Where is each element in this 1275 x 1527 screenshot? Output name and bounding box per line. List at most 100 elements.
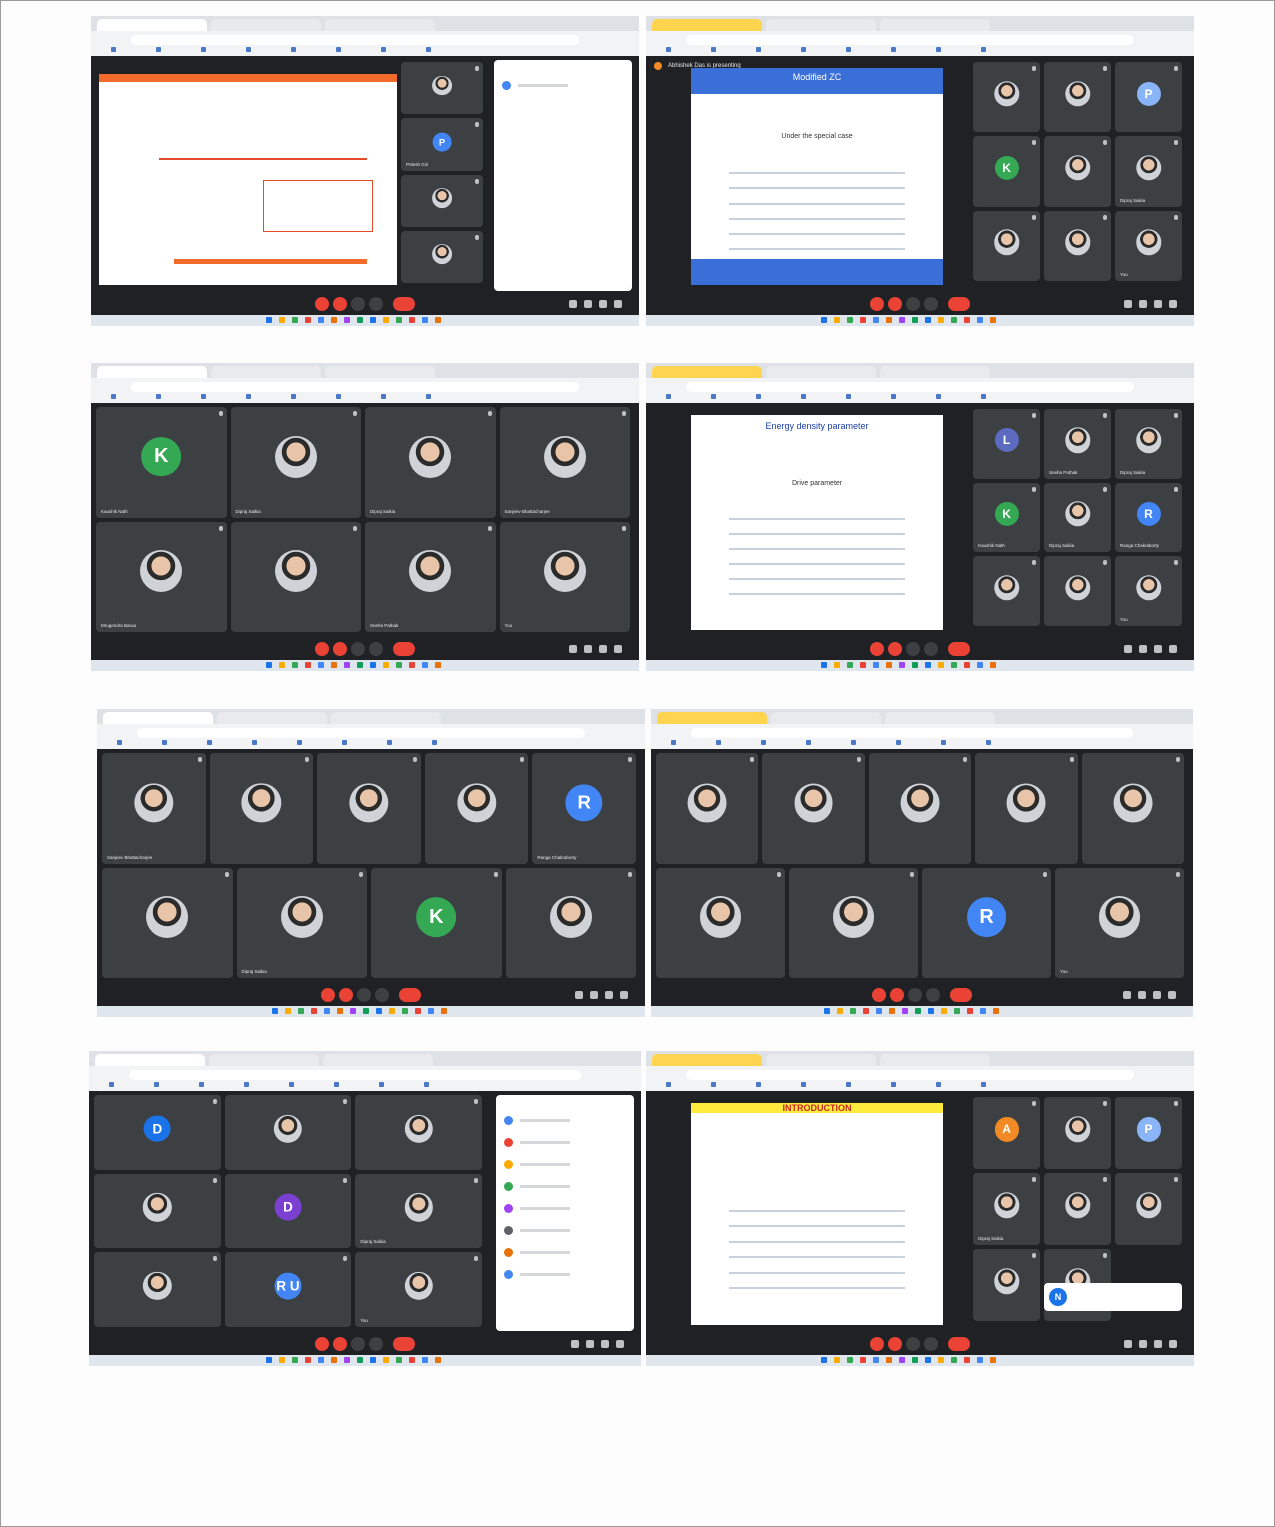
browser-tab[interactable] [652,19,762,31]
participant-tile[interactable]: Sneha Pathak [365,521,496,632]
more-options-button[interactable] [924,1337,938,1351]
bookmark-icon[interactable] [936,47,941,52]
taskbar-app-icon[interactable] [435,662,442,668]
address-bar[interactable] [691,728,1133,738]
bookmark-icon[interactable] [986,740,991,745]
bookmark-icon[interactable] [289,1082,294,1087]
leave-call-button[interactable] [948,297,970,311]
browser-tab[interactable] [771,712,881,724]
taskbar-app-icon[interactable] [951,662,958,668]
taskbar-app-icon[interactable] [408,1357,415,1363]
taskbar-app-icon[interactable] [318,662,325,668]
info-icon[interactable] [569,645,577,653]
more-options-button[interactable] [924,297,938,311]
bookmark-icon[interactable] [199,1082,204,1087]
bookmark-icon[interactable] [846,394,851,399]
people-icon[interactable] [586,1340,594,1348]
camera-off-button[interactable] [888,297,902,311]
camera-off-button[interactable] [333,297,347,311]
participant-tile[interactable]: Dipraj Saikia [355,1173,482,1249]
taskbar-app-icon[interactable] [951,317,958,323]
taskbar-app-icon[interactable] [370,662,377,668]
more-options-button[interactable] [375,988,389,1002]
participant-tile[interactable]: Dipraj Saikia [365,407,496,518]
captions-button[interactable] [351,297,365,311]
taskbar-app-icon[interactable] [928,1008,935,1014]
bookmark-icon[interactable] [246,394,251,399]
camera-off-button[interactable] [888,1337,902,1351]
taskbar-app-icon[interactable] [409,317,416,323]
bookmark-icon[interactable] [761,740,766,745]
taskbar-app-icon[interactable] [279,317,286,323]
bookmark-icon[interactable] [666,394,671,399]
taskbar-app-icon[interactable] [980,1008,987,1014]
taskbar-app-icon[interactable] [435,317,442,323]
more-options-button[interactable] [926,988,940,1002]
participant-tile[interactable]: K [371,867,502,978]
participant-tile[interactable] [1115,1173,1182,1245]
taskbar-app-icon[interactable] [967,1008,974,1014]
taskbar-app-icon[interactable] [915,1008,922,1014]
taskbar-app-icon[interactable] [285,1008,292,1014]
bookmark-icon[interactable] [111,47,116,52]
bookmark-icon[interactable] [891,47,896,52]
taskbar-app-icon[interactable] [415,1008,422,1014]
participant-list-item[interactable] [504,1113,626,1129]
participant-tile[interactable]: Dipraj Saikia [1044,482,1112,553]
browser-tab[interactable] [95,1054,205,1066]
taskbar-app-icon[interactable] [863,1008,870,1014]
info-icon[interactable] [1124,300,1132,308]
taskbar-app-icon[interactable] [357,662,364,668]
taskbar-app-icon[interactable] [330,1357,337,1363]
taskbar-app-icon[interactable] [272,1008,279,1014]
taskbar-app-icon[interactable] [422,317,429,323]
activities-icon[interactable] [1169,645,1177,653]
participant-list-item[interactable] [504,1135,626,1151]
taskbar-app-icon[interactable] [899,662,906,668]
participant-tile[interactable] [401,230,483,283]
taskbar-app-icon[interactable] [938,1357,945,1363]
captions-button[interactable] [357,988,371,1002]
participant-tile[interactable] [230,521,361,632]
taskbar-app-icon[interactable] [434,1357,441,1363]
participant-tile[interactable] [102,867,233,978]
mic-off-button[interactable] [315,1337,329,1351]
taskbar-app-icon[interactable] [847,662,854,668]
camera-off-button[interactable] [339,988,353,1002]
bookmark-icon[interactable] [936,1082,941,1087]
browser-tab[interactable] [211,366,321,378]
captions-button[interactable] [906,297,920,311]
taskbar-app-icon[interactable] [977,317,984,323]
taskbar-app-icon[interactable] [266,317,273,323]
more-options-button[interactable] [369,1337,383,1351]
participant-tile[interactable]: Mrugendra Barua [96,521,227,632]
browser-tab[interactable] [880,19,990,31]
bookmark-icon[interactable] [846,47,851,52]
taskbar-app-icon[interactable] [912,662,919,668]
taskbar-app-icon[interactable] [395,1357,402,1363]
participant-tile[interactable]: R [922,867,1051,978]
activities-icon[interactable] [1169,1340,1177,1348]
bookmark-icon[interactable] [711,394,716,399]
participant-tile[interactable]: You [1115,556,1182,626]
participant-tile[interactable]: L [973,409,1041,479]
people-icon[interactable] [584,645,592,653]
bookmark-icon[interactable] [291,394,296,399]
captions-button[interactable] [906,642,920,656]
bookmark-icon[interactable] [291,47,296,52]
address-bar[interactable] [686,35,1134,45]
browser-tab[interactable] [209,1054,319,1066]
taskbar-app-icon[interactable] [873,317,880,323]
bookmark-icon[interactable] [381,394,386,399]
mic-off-button[interactable] [321,988,335,1002]
bookmark-icon[interactable] [297,740,302,745]
participant-tile[interactable]: P [1115,62,1182,133]
taskbar-app-icon[interactable] [873,1357,880,1363]
info-icon[interactable] [575,991,583,999]
bookmark-icon[interactable] [716,740,721,745]
leave-call-button[interactable] [948,1337,970,1351]
taskbar-app-icon[interactable] [389,1008,396,1014]
taskbar-app-icon[interactable] [990,662,997,668]
participant-tile[interactable] [401,62,483,115]
address-bar[interactable] [137,728,585,738]
